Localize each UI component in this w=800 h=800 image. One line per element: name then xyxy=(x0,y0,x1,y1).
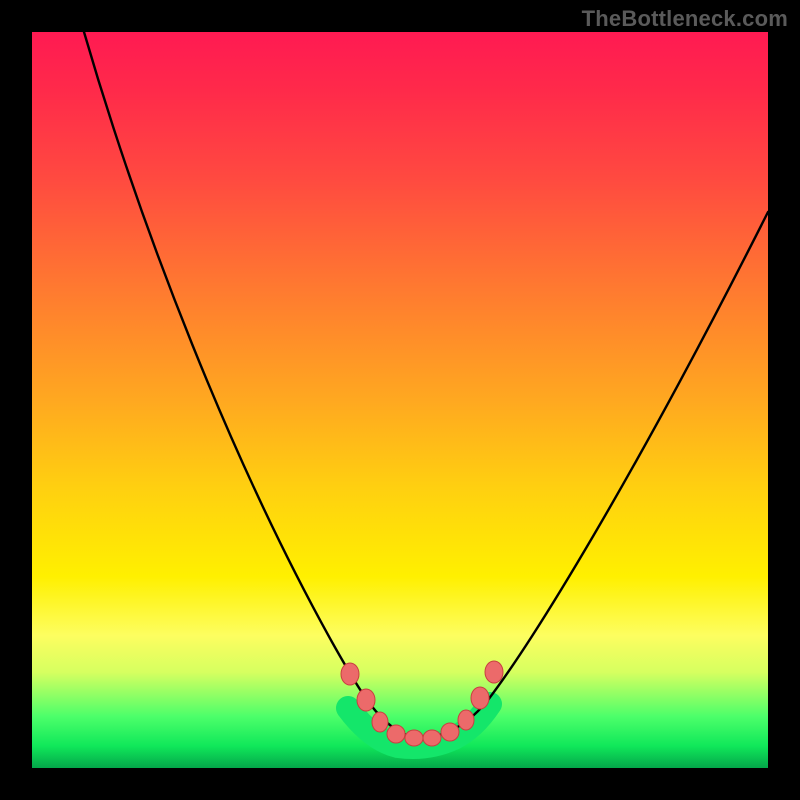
bottleneck-curve xyxy=(84,32,768,737)
marker-dot xyxy=(471,687,489,709)
marker-dot xyxy=(485,661,503,683)
chart-svg xyxy=(32,32,768,768)
marker-dot xyxy=(405,730,423,746)
marker-dot xyxy=(341,663,359,685)
marker-dot xyxy=(458,710,474,730)
watermark-text: TheBottleneck.com xyxy=(582,6,788,32)
marker-dot xyxy=(441,723,459,741)
marker-dot xyxy=(387,725,405,743)
marker-dot xyxy=(357,689,375,711)
marker-dot xyxy=(372,712,388,732)
marker-dot xyxy=(423,730,441,746)
